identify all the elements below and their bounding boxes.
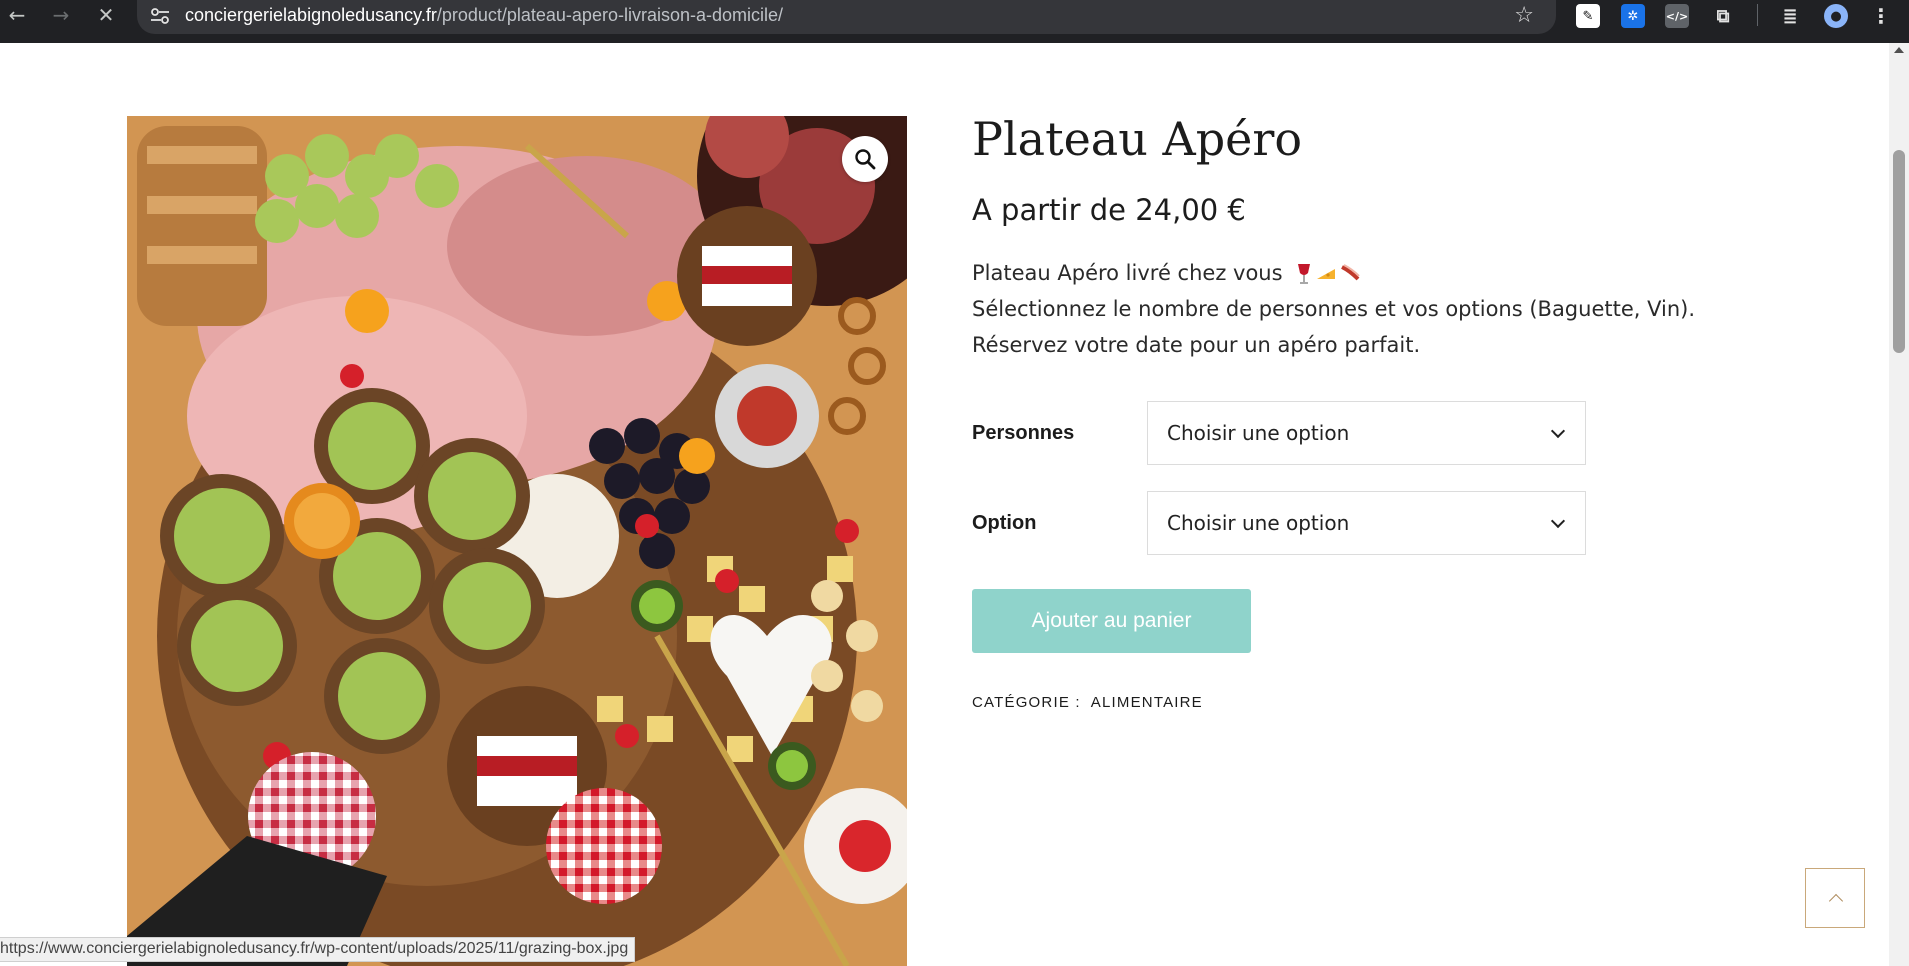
browser-toolbar: ← → ✕ conciergerielabignoledusancy.fr/pr… bbox=[0, 0, 1909, 43]
product-image[interactable] bbox=[127, 116, 907, 966]
extension-gear-icon[interactable]: ✲ bbox=[1621, 4, 1645, 28]
page-scrollbar[interactable] bbox=[1889, 43, 1909, 966]
description-line-1: Plateau Apéro livré chez vous bbox=[972, 261, 1361, 285]
forward-arrow-icon[interactable]: → bbox=[41, 0, 81, 30]
personnes-select-value: Choisir une option bbox=[1167, 421, 1350, 445]
emoji-icons bbox=[1295, 263, 1361, 285]
reading-list-icon[interactable]: ≣ bbox=[1778, 4, 1802, 28]
category-link[interactable]: ALIMENTAIRE bbox=[1091, 694, 1203, 711]
wine-glass-icon bbox=[1298, 264, 1311, 284]
stop-loading-icon[interactable]: ✕ bbox=[86, 0, 126, 30]
chevron-up-icon bbox=[1828, 893, 1844, 909]
chevron-down-icon bbox=[1550, 513, 1566, 529]
category-label: CATÉGORIE : bbox=[972, 694, 1081, 711]
option-select[interactable]: Choisir une option bbox=[1147, 491, 1586, 555]
description-line-3: Réservez votre date pour un apéro parfai… bbox=[972, 333, 1421, 357]
status-bar-url: https://www.conciergerielabignoledusancy… bbox=[0, 937, 636, 962]
url-host: conciergerielabignoledusancy.fr bbox=[185, 5, 437, 25]
back-arrow-icon[interactable]: ← bbox=[0, 0, 37, 30]
add-to-cart-button[interactable]: Ajouter au panier bbox=[972, 589, 1251, 653]
extension-pen-icon[interactable]: ✎ bbox=[1576, 4, 1600, 28]
address-bar[interactable]: conciergerielabignoledusancy.fr/product/… bbox=[137, 0, 1556, 34]
zoom-image-button[interactable] bbox=[842, 136, 888, 182]
toolbar-divider bbox=[1757, 4, 1758, 26]
kebab-menu-icon[interactable]: ⋮ bbox=[1869, 4, 1893, 28]
product-title: Plateau Apéro bbox=[972, 112, 1303, 166]
description-line-2: Sélectionnez le nombre de personnes et v… bbox=[972, 297, 1696, 321]
product-category: CATÉGORIE : ALIMENTAIRE bbox=[972, 694, 1203, 711]
personnes-label: Personnes bbox=[972, 422, 1075, 444]
scroll-up-arrow-icon[interactable] bbox=[1894, 47, 1904, 53]
star-icon[interactable]: ☆ bbox=[1514, 3, 1534, 28]
back-to-top-button[interactable] bbox=[1805, 868, 1865, 928]
site-info-icon[interactable] bbox=[149, 6, 171, 26]
product-price: A partir de 24,00 € bbox=[972, 193, 1246, 227]
extension-code-icon[interactable]: </> bbox=[1665, 4, 1689, 28]
scrollbar-thumb[interactable] bbox=[1893, 150, 1905, 353]
personnes-select[interactable]: Choisir une option bbox=[1147, 401, 1586, 465]
url-path: /product/plateau-apero-livraison-a-domic… bbox=[436, 5, 783, 25]
magnifier-icon bbox=[855, 149, 876, 170]
option-label: Option bbox=[972, 512, 1037, 534]
profile-avatar-icon[interactable]: ● bbox=[1824, 4, 1848, 28]
bacon-icon bbox=[1341, 264, 1360, 281]
extensions-puzzle-icon[interactable]: ⧉ bbox=[1711, 4, 1735, 28]
chevron-down-icon bbox=[1550, 423, 1566, 439]
option-select-value: Choisir une option bbox=[1167, 511, 1350, 535]
cheese-icon bbox=[1317, 269, 1336, 279]
url-text[interactable]: conciergerielabignoledusancy.fr/product/… bbox=[185, 5, 783, 26]
